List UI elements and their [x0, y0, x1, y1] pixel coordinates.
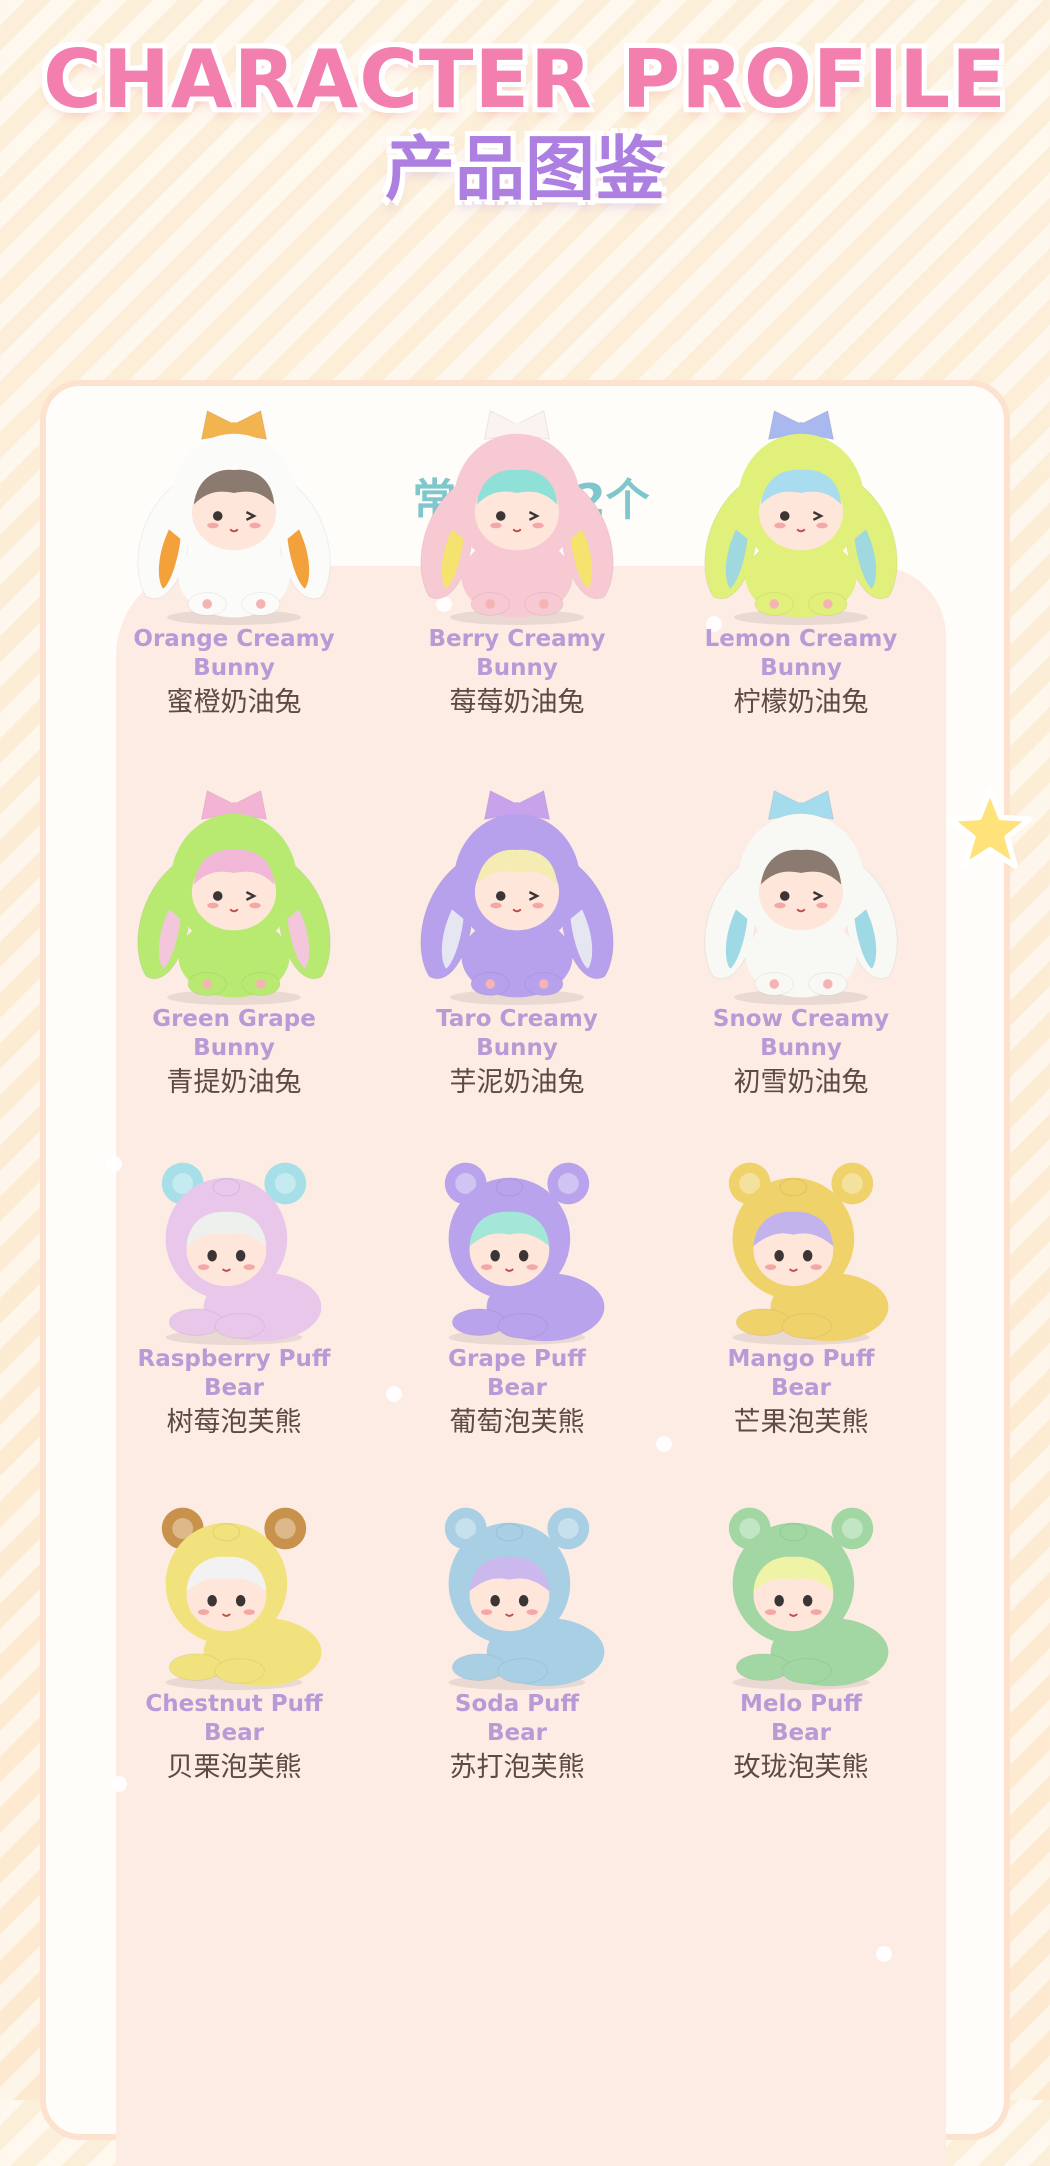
snow-dot	[111, 1776, 127, 1792]
snow-dot	[436, 596, 452, 612]
snow-dot	[706, 616, 722, 632]
figure-panel	[106, 566, 946, 2166]
snow-dot	[656, 1436, 672, 1452]
snow-dot	[826, 976, 842, 992]
title-cn: 产品图鉴	[385, 128, 665, 210]
header: CHARACTER PROFILE 产品图鉴	[0, 33, 1050, 210]
section-title: 常规款12个	[412, 475, 650, 526]
profile-card: 常规款12个	[40, 380, 1010, 2166]
snow-dot	[386, 1386, 402, 1402]
snow-dot	[876, 1946, 892, 1962]
title-en: CHARACTER PROFILE	[41, 33, 1008, 126]
snow-dot	[106, 1156, 122, 1172]
star-icon	[947, 787, 1033, 869]
